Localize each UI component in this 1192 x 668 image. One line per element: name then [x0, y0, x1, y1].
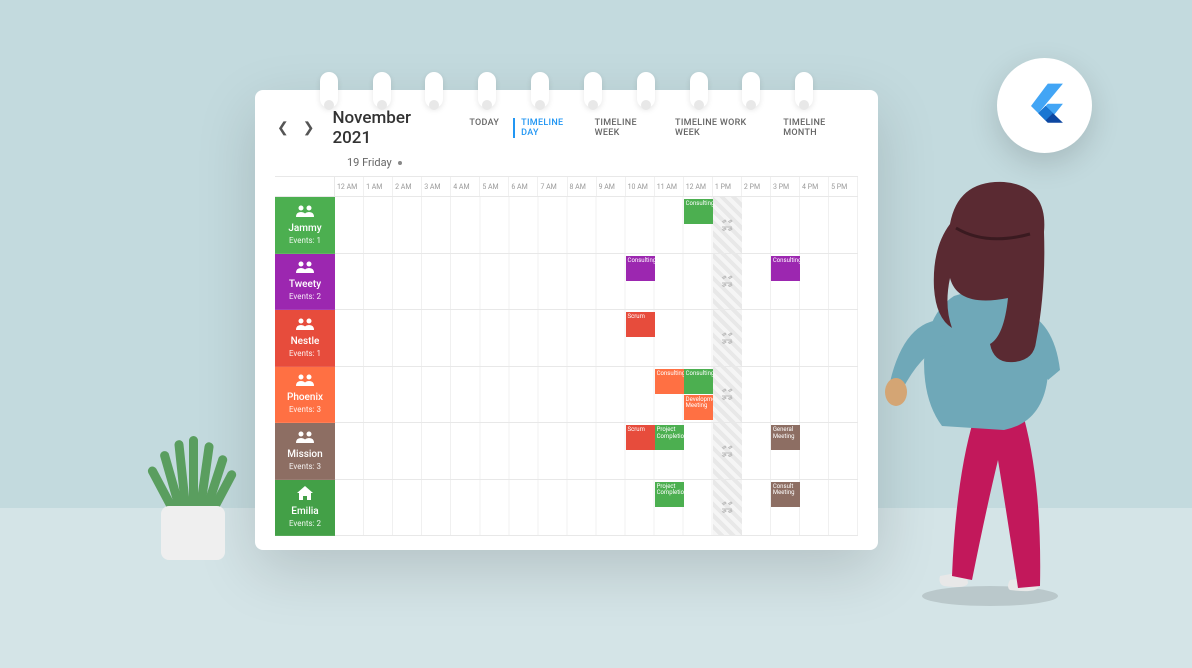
- prev-arrow[interactable]: ❮: [275, 120, 291, 136]
- month-title: November 2021: [332, 108, 449, 148]
- view-tabs: TODAY TIMELINE DAY TIMELINE WEEK TIMELIN…: [469, 118, 858, 138]
- tab-timeline-month[interactable]: TIMELINE MONTH: [783, 118, 858, 138]
- timeline-row[interactable]: Scrum: [335, 310, 858, 367]
- time-slot-header: 2 PM: [742, 177, 771, 196]
- calendar-event[interactable]: Consulting: [684, 369, 713, 394]
- blocked-slot: [713, 197, 742, 253]
- timeline-rows: ConsultingConsultingConsultingScrumConsu…: [335, 197, 858, 536]
- time-slot-header: 7 AM: [538, 177, 567, 196]
- people-icon: [296, 261, 314, 277]
- resource-event-count: Events: 3: [289, 462, 321, 471]
- time-slot-header: 1 AM: [364, 177, 393, 196]
- time-slot-header: 2 AM: [393, 177, 422, 196]
- timeline-row[interactable]: Consulting: [335, 197, 858, 254]
- resource-cell[interactable]: Emilia Events: 2: [275, 480, 335, 537]
- calendar-event[interactable]: Scrum: [626, 312, 655, 337]
- blocked-slot: [713, 310, 742, 366]
- resource-event-count: Events: 2: [289, 519, 321, 528]
- calendar-event[interactable]: Consulting: [626, 256, 655, 281]
- timeline-row[interactable]: ScrumProject Completion General Meeting: [335, 423, 858, 480]
- resource-event-count: Events: 3: [289, 405, 321, 414]
- time-slot-header: 4 AM: [451, 177, 480, 196]
- resource-event-count: Events: 1: [289, 236, 321, 245]
- calendar-event[interactable]: General Meeting: [771, 425, 800, 450]
- resource-name: Tweety: [289, 279, 321, 290]
- time-slot-header: 8 AM: [568, 177, 597, 196]
- resource-name: Nestle: [291, 336, 320, 347]
- resource-column: Jammy Events: 1 Tweety Events: 2 Nestle Event…: [275, 177, 335, 536]
- time-slot-header: 12 AM: [335, 177, 364, 196]
- resource-event-count: Events: 1: [289, 349, 321, 358]
- resource-cell[interactable]: Tweety Events: 2: [275, 254, 335, 311]
- resource-name: Mission: [287, 449, 322, 460]
- blocked-slot: [713, 423, 742, 479]
- time-slot-header: 3 AM: [422, 177, 451, 196]
- time-slot-header: 5 AM: [480, 177, 509, 196]
- calendar-card: ❮ ❯ November 2021 TODAY TIMELINE DAY TIM…: [255, 90, 878, 550]
- blocked-slot: [713, 254, 742, 310]
- calendar-event[interactable]: Consulting: [684, 199, 713, 224]
- resource-cell[interactable]: Nestle Events: 1: [275, 310, 335, 367]
- calendar-event[interactable]: Consulting: [771, 256, 800, 281]
- resource-cell[interactable]: Phoenix Events: 3: [275, 367, 335, 424]
- timeline-grid: Jammy Events: 1 Tweety Events: 2 Nestle Event…: [275, 176, 858, 536]
- resource-name: Emilia: [291, 506, 318, 517]
- spiral-binding: [255, 72, 878, 108]
- people-icon: [296, 318, 314, 334]
- flutter-logo-icon: [1017, 78, 1073, 134]
- next-arrow[interactable]: ❯: [301, 120, 317, 136]
- time-slot-header: 11 AM: [655, 177, 684, 196]
- resource-name: Phoenix: [287, 392, 323, 403]
- date-subheader: 19 Friday: [255, 156, 878, 175]
- time-slot-header: 6 AM: [509, 177, 538, 196]
- calendar-event[interactable]: Project Completion: [655, 482, 684, 507]
- timeline-row[interactable]: Project Completion Consult Meeting: [335, 480, 858, 537]
- calendar-event[interactable]: Scrum: [626, 425, 655, 450]
- people-icon: [296, 431, 314, 447]
- tab-timeline-week[interactable]: TIMELINE WEEK: [595, 118, 661, 138]
- time-slot-header: 3 PM: [771, 177, 800, 196]
- time-slot-header: 5 PM: [829, 177, 858, 196]
- tab-timeline-day[interactable]: TIMELINE DAY: [513, 118, 580, 138]
- blocked-slot: [713, 367, 742, 423]
- time-slot-header: 10 AM: [626, 177, 655, 196]
- current-date: 19 Friday: [347, 156, 392, 169]
- time-slot-header: 1 PM: [713, 177, 742, 196]
- tab-timeline-work-week[interactable]: TIMELINE WORK WEEK: [675, 118, 769, 138]
- calendar-event[interactable]: Consult Meeting: [771, 482, 800, 507]
- home-icon: [297, 486, 313, 504]
- plant-illustration: [145, 430, 240, 560]
- time-ruler: 12 AM1 AM2 AM3 AM4 AM5 AM6 AM7 AM8 AM9 A…: [335, 177, 858, 197]
- blocked-slot: [713, 480, 742, 536]
- time-slot-header: 9 AM: [597, 177, 626, 196]
- timeline-row[interactable]: ConsultingConsultingDevelopment Meeting: [335, 367, 858, 424]
- resource-cell[interactable]: Mission Events: 3: [275, 423, 335, 480]
- tab-today[interactable]: TODAY: [469, 118, 499, 138]
- resource-event-count: Events: 2: [289, 292, 321, 301]
- time-slot-header: 12 AM: [684, 177, 713, 196]
- calendar-event[interactable]: Development Meeting: [684, 395, 713, 420]
- people-icon: [296, 374, 314, 390]
- calendar-event[interactable]: Project Completion: [655, 425, 684, 450]
- calendar-event[interactable]: Consulting: [655, 369, 684, 394]
- character-illustration: [882, 158, 1092, 608]
- flutter-logo-badge: [997, 58, 1092, 153]
- resource-cell[interactable]: Jammy Events: 1: [275, 197, 335, 254]
- people-icon: [296, 205, 314, 221]
- resource-name: Jammy: [288, 223, 321, 234]
- time-slot-header: 4 PM: [800, 177, 829, 196]
- timeline-row[interactable]: Consulting Consulting: [335, 254, 858, 311]
